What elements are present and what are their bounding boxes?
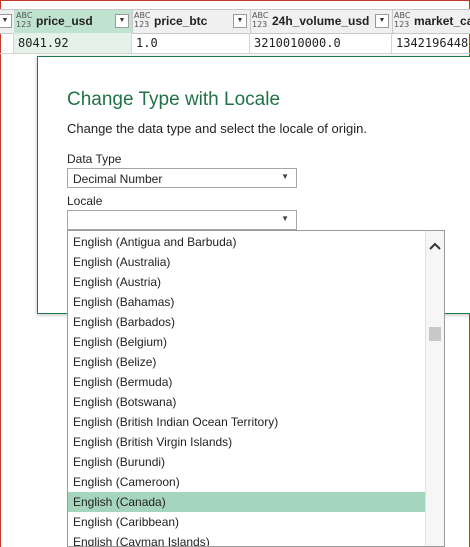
window-border-left — [0, 0, 1, 547]
filter-dropdown-icon[interactable]: ▼ — [375, 14, 389, 28]
grid-header: ▼ ABC 123 price_usd ▼ ABC 123 price_btc ▼ … — [0, 9, 470, 34]
column-header-price-btc[interactable]: ABC 123 price_btc ▼ — [132, 10, 251, 33]
window-border-top — [0, 0, 470, 1]
column-header-market-cap[interactable]: ABC 123 market_ca — [392, 10, 470, 33]
list-item[interactable]: English (Barbados) — [68, 312, 427, 332]
cell-price-usd[interactable]: 8041.92 — [14, 33, 132, 53]
column-name: market_ca — [414, 14, 470, 28]
chevron-down-icon[interactable]: ▼ — [281, 214, 289, 223]
list-item[interactable]: English (British Indian Ocean Territory) — [68, 412, 427, 432]
data-type-select[interactable]: Decimal Number ▼ — [67, 168, 297, 188]
filter-dropdown-icon[interactable]: ▼ — [115, 14, 129, 28]
cell-price-btc[interactable]: 1.0 — [132, 33, 250, 53]
filter-dropdown-icon[interactable]: ▼ — [0, 14, 12, 28]
locale-select[interactable]: ▼ — [67, 210, 297, 230]
type-icon[interactable]: ABC 123 — [16, 11, 36, 29]
data-type-label: Data Type — [67, 152, 122, 166]
scrollbar-thumb[interactable] — [429, 327, 441, 341]
row-selector-header[interactable]: ▼ — [0, 10, 15, 33]
cell-24h-volume-usd[interactable]: 3210010000.0 — [250, 33, 392, 53]
list-item[interactable]: English (Cameroon) — [68, 472, 427, 492]
chevron-up-icon[interactable] — [426, 241, 444, 257]
list-item[interactable]: English (Belgium) — [68, 332, 427, 352]
list-item[interactable]: English (British Virgin Islands) — [68, 432, 427, 452]
list-item[interactable]: English (Botswana) — [68, 392, 427, 412]
list-item[interactable]: English (Belize) — [68, 352, 427, 372]
list-item[interactable]: English (Bahamas) — [68, 292, 427, 312]
dialog-title: Change Type with Locale — [67, 89, 281, 110]
list-scrollbar[interactable] — [425, 231, 444, 546]
column-header-24h-volume-usd[interactable]: ABC 123 24h_volume_usd ▼ — [250, 10, 393, 33]
row-selector[interactable] — [0, 33, 14, 53]
list-item[interactable]: English (Austria) — [68, 272, 427, 292]
type-icon[interactable]: ABC 123 — [252, 11, 272, 29]
chevron-down-icon[interactable]: ▼ — [281, 172, 289, 181]
list-item[interactable]: English (Australia) — [68, 252, 427, 272]
list-item-selected[interactable]: English (Canada) — [68, 492, 427, 512]
filter-dropdown-icon[interactable]: ▼ — [233, 14, 247, 28]
list-item[interactable]: English (Antigua and Barbuda) — [68, 232, 427, 252]
list-item[interactable]: English (Burundi) — [68, 452, 427, 472]
column-name: price_usd — [36, 14, 93, 28]
locale-label: Locale — [67, 194, 103, 208]
column-name: price_btc — [154, 14, 208, 28]
column-name: 24h_volume_usd — [272, 14, 370, 28]
locale-dropdown-list[interactable]: English (Antigua and Barbuda) English (A… — [67, 230, 445, 547]
type-icon[interactable]: ABC 123 — [134, 11, 154, 29]
list-item[interactable]: English (Bermuda) — [68, 372, 427, 392]
table-row: 8041.92 1.0 3210010000.0 1342196448 — [0, 33, 470, 54]
column-header-price-usd[interactable]: ABC 123 price_usd ▼ — [14, 10, 133, 33]
type-icon[interactable]: ABC 123 — [394, 11, 414, 29]
cell-market-cap[interactable]: 1342196448 — [392, 33, 470, 53]
dialog-subtitle: Change the data type and select the loca… — [67, 121, 367, 136]
list-item[interactable]: English (Cayman Islands) — [68, 532, 427, 546]
data-type-value: Decimal Number — [73, 172, 163, 186]
list-item[interactable]: English (Caribbean) — [68, 512, 427, 532]
